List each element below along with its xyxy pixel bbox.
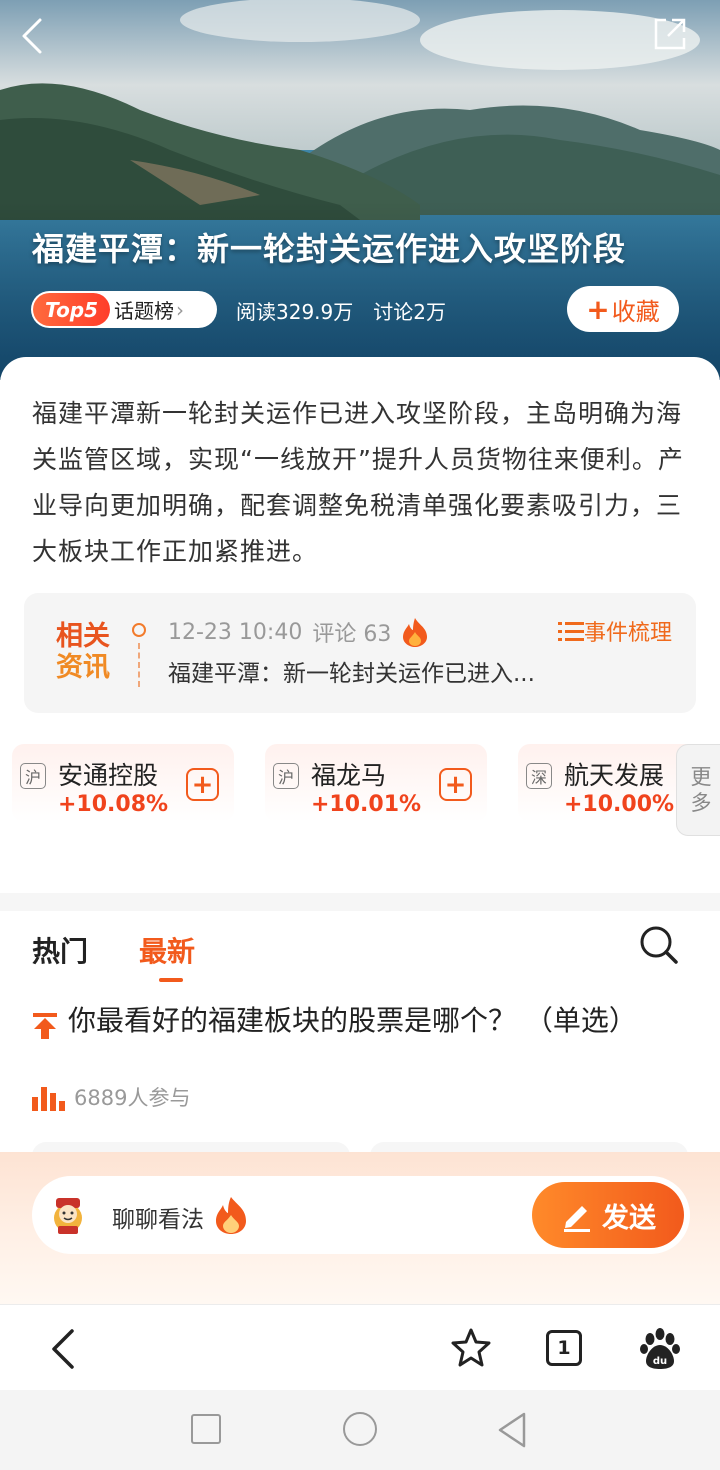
avatar [54,1198,82,1234]
read-count: 阅读329.9万 [236,300,354,324]
plus-icon: + [586,292,610,326]
add-stock-button[interactable]: + [186,768,219,801]
collect-label: 收藏 [611,297,660,326]
collect-button[interactable]: + 收藏 [567,286,679,332]
list-icon [557,622,584,641]
svg-text:du: du [653,1356,667,1367]
section-divider [0,893,720,911]
poll-question[interactable]: 你最看好的福建板块的股票是哪个？ （单选） [68,1002,668,1040]
search-icon [640,926,678,964]
stock-name: 航天发展 [564,761,665,790]
pin-top-icon [33,1013,57,1039]
chevron-left-icon [22,18,42,54]
send-button[interactable]: 发送 [532,1182,684,1248]
discussion-count: 讨论2万 [373,300,446,324]
star-icon[interactable] [450,1327,492,1369]
share-icon [654,18,686,50]
more-label-1: 更 [690,765,712,789]
recent-apps-button[interactable] [191,1414,221,1444]
stock-card[interactable]: 沪 福龙马 +10.01% + [265,744,487,822]
stock-change: +10.00% [564,792,675,817]
summary-text: 福建平潭新一轮封关运作已进入攻坚阶段，主岛明确为海关监管区域，实现“一线放开”提… [32,399,684,566]
hero-banner: 福建平潭：新一轮封关运作进入攻坚阶段 Top5 话题榜 › 阅读329.9万 讨论… [0,0,720,380]
poll-participants: 6889人参与 [74,1086,191,1110]
poll-stats: 6889人参与 [32,1082,190,1112]
fire-icon [403,618,428,647]
system-back-icon[interactable] [494,1410,530,1450]
pencil-icon [564,1206,590,1232]
tab-active-indicator [159,978,183,982]
bottom-toolbar: 1 du [0,1304,720,1390]
market-badge: 沪 [20,763,46,789]
news-comments: 评论 63 [312,622,392,647]
tab-count-button[interactable]: 1 [546,1330,582,1366]
stock-change: +10.01% [311,792,422,817]
timeline-line [138,643,140,687]
rank-label: 话题榜 [114,299,175,323]
stock-card[interactable]: 沪 安通控股 +10.08% + [12,744,234,822]
event-timeline-link[interactable]: 事件梳理 [557,615,672,647]
more-stocks-button[interactable]: 更 多 [676,744,720,836]
news-time: 12-23 10:40 [168,619,303,645]
stock-change: +10.08% [58,792,169,817]
rank-badge: Top5 [33,293,111,326]
page: 福建平潭：新一轮封关运作进入攻坚阶段 Top5 话题榜 › 阅读329.9万 讨论… [0,0,720,1470]
share-button[interactable] [652,16,692,56]
baidu-paw-icon[interactable]: du [638,1327,682,1371]
timeline-dot [132,623,146,637]
news-headline: 福建平潭：新一轮封关运作已进入... [168,661,535,687]
home-button[interactable] [343,1412,377,1446]
market-badge: 深 [526,763,552,789]
add-stock-button[interactable]: + [439,768,472,801]
bar-chart-icon [32,1087,65,1111]
back-button[interactable] [12,14,52,58]
stock-name: 安通控股 [58,761,159,790]
back-arrow-icon[interactable] [44,1327,80,1371]
tab-latest[interactable]: 最新 [139,930,195,970]
comment-input[interactable]: 聊聊看法 发送 [32,1176,690,1254]
page-title: 福建平潭：新一轮封关运作进入攻坚阶段 [32,230,627,268]
more-label-2: 多 [690,791,712,815]
market-badge: 沪 [273,763,299,789]
fire-icon [216,1197,246,1234]
comment-placeholder: 聊聊看法 [112,1207,204,1233]
event-link-label: 事件梳理 [583,621,672,646]
summary-card: 福建平潭新一轮封关运作已进入攻坚阶段，主岛明确为海关监管区域，实现“一线放开”提… [0,357,720,582]
logo-line-2: 资讯 [56,652,110,683]
chevron-right-icon: › [176,297,185,322]
related-news-logo: 相关 资讯 [56,621,116,683]
send-label: 发送 [602,1202,656,1234]
related-news[interactable]: 相关 资讯 12-23 10:40 评论 63 福建平潭：新一轮封关运作已进入.… [24,593,696,713]
stock-name: 福龙马 [311,761,387,790]
search-button[interactable] [638,924,680,966]
topic-stats: 阅读329.9万 讨论2万 [236,296,446,325]
topic-rank-link[interactable]: Top5 话题榜 › [31,291,217,328]
tab-hot[interactable]: 热门 [32,930,88,970]
logo-line-1: 相关 [56,621,110,652]
news-meta: 12-23 10:40 评论 63 [168,616,429,648]
